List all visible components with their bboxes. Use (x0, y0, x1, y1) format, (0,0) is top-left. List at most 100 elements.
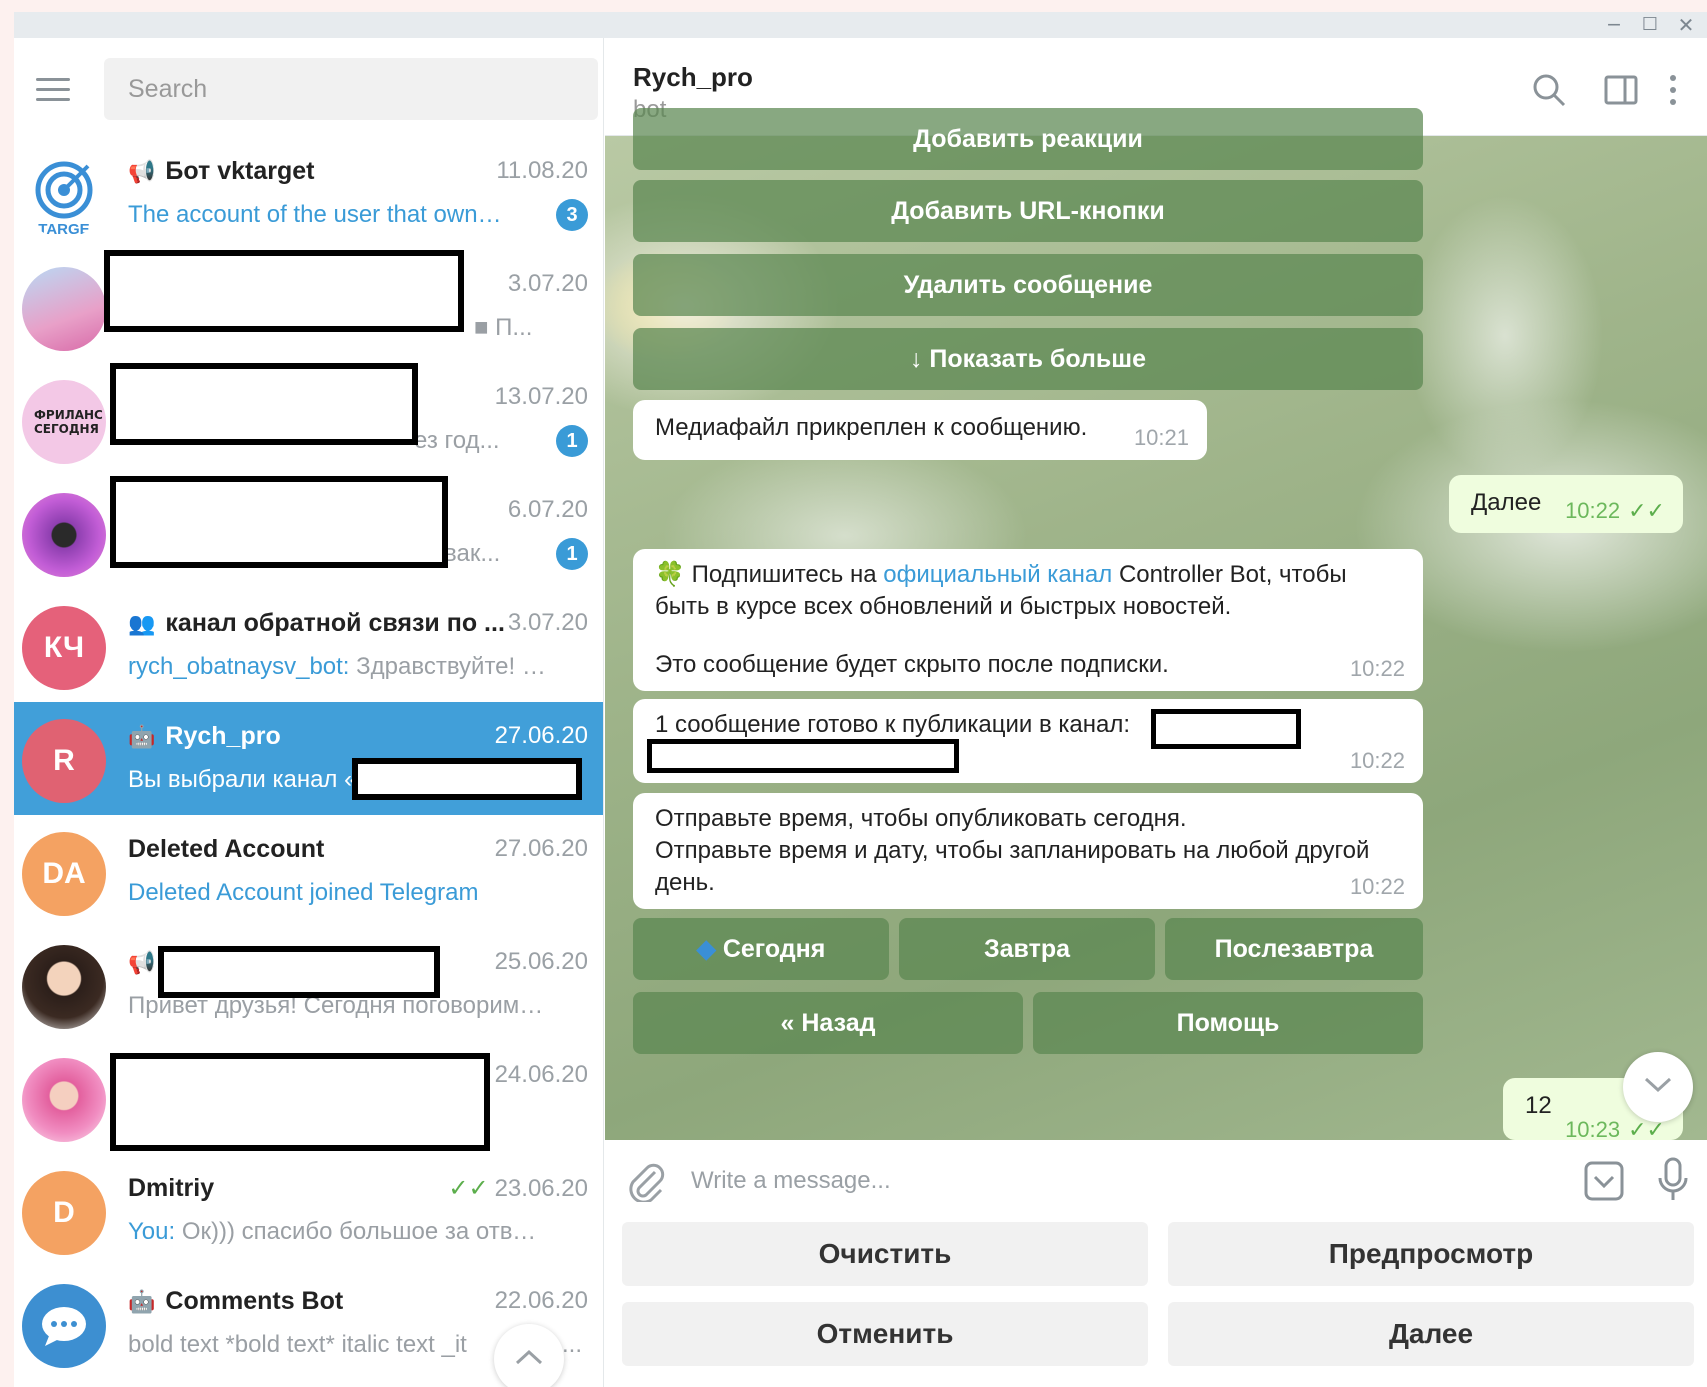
message-input[interactable] (691, 1154, 1451, 1208)
chat-list-panel: TARGE 📢Бот vktarget 11.08.20 The account… (14, 38, 604, 1387)
svg-text:TARGE: TARGE (38, 221, 89, 238)
search-icon[interactable] (1531, 72, 1567, 108)
clover-icon: 🍀 (655, 561, 685, 588)
redaction-box (352, 758, 582, 800)
reply-button-clear[interactable]: Очистить (622, 1222, 1148, 1286)
chat-time: ✓✓ 23.06.20 (448, 1175, 588, 1202)
chat-item-redacted-5[interactable]: 24.06.20 (14, 1041, 603, 1154)
scroll-up-button[interactable] (494, 1324, 564, 1387)
chat-name: Deleted Account (128, 835, 325, 863)
chat-time: 6.07.20 (507, 496, 588, 523)
inline-button-add-reactions[interactable]: Добавить реакции (633, 108, 1423, 170)
inline-button-delete-message[interactable]: Удалить сообщение (633, 254, 1423, 316)
redaction-box (110, 476, 448, 568)
message-ready-to-publish: 1 сообщение готово к публикации в канал:… (633, 699, 1423, 783)
redaction-box (647, 739, 959, 773)
inline-button-add-url[interactable]: Добавить URL-кнопки (633, 180, 1423, 242)
chat-time: 25.06.20 (494, 948, 588, 975)
chat-item-deleted-account[interactable]: DA Deleted Account 27.06.20 Deleted Acco… (14, 815, 603, 928)
inline-button-tomorrow[interactable]: Завтра (899, 918, 1155, 980)
more-vertical-icon[interactable] (1663, 72, 1683, 108)
search-input[interactable] (104, 58, 598, 120)
chat-time: 3.07.20 (507, 609, 588, 636)
redaction-box (158, 946, 440, 998)
paperclip-icon[interactable] (627, 1162, 665, 1207)
vktarget-avatar: TARGE (22, 154, 106, 238)
chat-preview: Deleted Account joined Telegram (128, 879, 479, 906)
avatar-initials: DA (22, 832, 106, 916)
inline-button-show-more[interactable]: ↓ Показать больше (633, 328, 1423, 390)
chevron-up-icon (514, 1348, 544, 1370)
inline-button-today[interactable]: ◆ Сегодня (633, 918, 889, 980)
telegram-window: ‒ ☐ ✕ TARGE 📢Бот vktarget 11.08.20 The a… (14, 12, 1707, 1387)
chat-item-rych-pro[interactable]: R 🤖 Rych_pro 27.06.20 Вы выбрали канал « (14, 702, 603, 815)
bot-icon: 🤖 (128, 724, 156, 750)
avatar-initials: D (22, 1171, 106, 1255)
close-button[interactable]: ✕ (1666, 12, 1706, 38)
megaphone-icon: 📢 (128, 950, 156, 976)
chat-item-redacted-1[interactable]: 3.07.20 ■ П... (14, 250, 603, 363)
reply-keyboard: Очистить Предпросмотр Отменить Далее (605, 1222, 1707, 1387)
chat-item-redacted-4[interactable]: 📢 25.06.20 Привет друзья! Сегодня погово… (14, 928, 603, 1041)
microphone-icon[interactable] (1655, 1156, 1691, 1209)
minimize-button[interactable]: ‒ (1594, 12, 1634, 38)
inline-button-help[interactable]: Помощь (1033, 992, 1423, 1054)
message-send-time: Отправьте время, чтобы опубликовать сего… (633, 793, 1423, 909)
chat-preview: You: Ок))) спасибо большое за ответ!!! (128, 1218, 548, 1245)
unread-badge: 1 (556, 538, 588, 570)
scroll-down-button[interactable] (1623, 1052, 1693, 1122)
official-channel-link[interactable]: официальный канал (883, 561, 1112, 588)
maximize-button[interactable]: ☐ (1630, 12, 1670, 38)
inline-button-day-after[interactable]: Послезавтра (1165, 918, 1423, 980)
bot-icon: 🤖 (128, 1289, 156, 1315)
unread-badge: 3 (556, 199, 588, 231)
unread-badge: 1 (556, 425, 588, 457)
chat-time: 24.06.20 (494, 1061, 588, 1088)
inline-button-back[interactable]: « Назад (633, 992, 1023, 1054)
chat-time: 11.08.20 (496, 157, 588, 184)
freelance-avatar: ФРИЛАНС СЕГОДНЯ (22, 380, 106, 464)
avatar-initials: КЧ (22, 606, 106, 690)
chat-time: 3.07.20 (507, 270, 588, 297)
chat-preview: ез год... (414, 427, 500, 454)
user-photo-avatar (22, 1058, 106, 1142)
user-photo-avatar (22, 945, 106, 1029)
chat-item-vktarget[interactable]: TARGE 📢 Бот vktarget 11.08.20 The account… (14, 137, 603, 250)
chat-item-feedback-channel[interactable]: КЧ 👥 канал обратной связи по ... 3.07.20 … (14, 589, 603, 702)
chat-item-redacted-3[interactable]: 6.07.20 вак... 1 (14, 476, 603, 589)
user-photo-avatar (22, 267, 106, 351)
redaction-box (110, 1053, 490, 1151)
hamburger-menu-icon[interactable] (36, 78, 70, 104)
bot-keyboard-icon[interactable] (1583, 1160, 1625, 1207)
title-bar: ‒ ☐ ✕ (14, 12, 1707, 38)
read-check-icon: ✓✓ (448, 1175, 489, 1202)
reply-button-preview[interactable]: Предпросмотр (1168, 1222, 1694, 1286)
megaphone-icon: 📢 (128, 159, 156, 185)
sidebar-toggle-icon[interactable] (1603, 72, 1639, 108)
chevron-down-icon (1643, 1076, 1673, 1098)
chat-preview: вак... (444, 540, 501, 567)
chat-time: 27.06.20 (494, 722, 588, 749)
message-subscribe: 🍀 Подпишитесь на официальный канал Contr… (633, 549, 1423, 691)
avatar-initials: R (22, 719, 106, 803)
chat-item-dmitriy[interactable]: D Dmitriy ✓✓ 23.06.20 You: Ок))) спасибо … (14, 1154, 603, 1267)
peer-name[interactable]: Rych_pro (633, 62, 753, 93)
chat-preview: bold text *bold text* italic text _it (128, 1331, 467, 1358)
chat-preview-tail: ... (562, 1331, 583, 1358)
chat-time: 22.06.20 (494, 1287, 588, 1314)
message-composer (605, 1140, 1707, 1222)
conversation-panel: Rych_pro bot Добавить реакции Добавить U… (605, 38, 1707, 1387)
chat-name: Dmitriy (128, 1174, 215, 1202)
chat-preview: ■ П... (474, 314, 533, 341)
read-check-icon: ✓✓ (1628, 498, 1665, 523)
group-icon: 👥 (128, 611, 156, 637)
chat-item-redacted-2[interactable]: ФРИЛАНС СЕГОДНЯ 13.07.20 ез год... 1 (14, 363, 603, 476)
chat-name: 🤖 Rych_pro (128, 722, 281, 750)
redaction-box (104, 250, 464, 332)
reply-button-next[interactable]: Далее (1168, 1302, 1694, 1366)
chat-bubble-avatar-icon (22, 1284, 106, 1368)
diamond-icon: ◆ (696, 935, 716, 963)
chat-time: 13.07.20 (494, 383, 588, 410)
reply-button-cancel[interactable]: Отменить (622, 1302, 1148, 1366)
redaction-box (1151, 709, 1301, 749)
